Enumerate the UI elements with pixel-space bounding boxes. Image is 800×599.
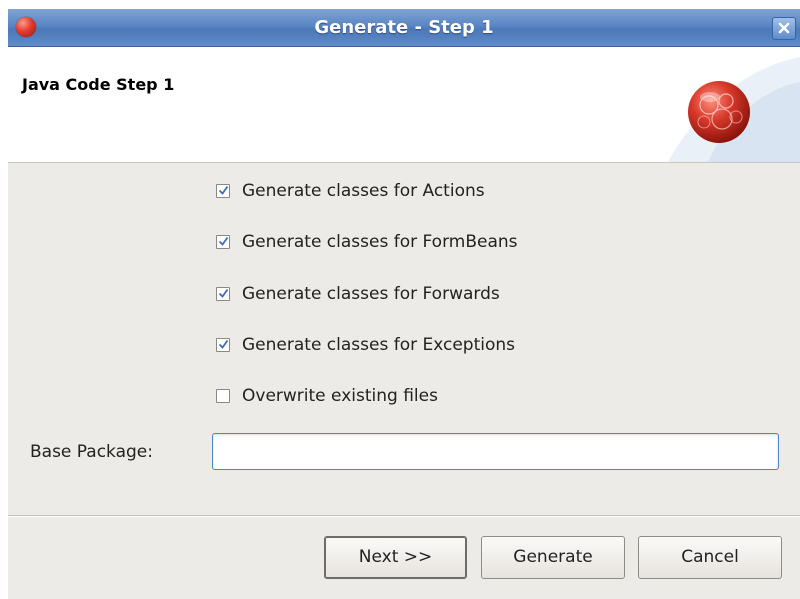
option-label: Generate classes for Actions — [242, 181, 485, 201]
page-title: Java Code Step 1 — [22, 75, 175, 94]
option-generate-actions[interactable]: Generate classes for Actions — [216, 179, 485, 203]
base-package-input[interactable] — [212, 433, 779, 470]
option-label: Generate classes for Forwards — [242, 284, 500, 304]
option-label: Generate classes for Exceptions — [242, 335, 516, 355]
button-bar-separator — [8, 515, 800, 517]
checkbox[interactable] — [216, 338, 230, 352]
option-label: Overwrite existing files — [242, 386, 438, 406]
next-button[interactable]: Next >> — [324, 536, 467, 579]
window-title: Generate - Step 1 — [314, 17, 494, 38]
base-package-label: Base Package: — [30, 442, 153, 462]
option-generate-forwards[interactable]: Generate classes for Forwards — [216, 282, 500, 306]
option-generate-formbeans[interactable]: Generate classes for FormBeans — [216, 230, 518, 254]
generate-button[interactable]: Generate — [481, 536, 625, 579]
close-button[interactable] — [772, 17, 796, 40]
option-overwrite-files[interactable]: Overwrite existing files — [216, 384, 438, 408]
checkbox[interactable] — [216, 235, 230, 249]
check-mark-icon — [218, 339, 229, 349]
title-bar[interactable]: Generate - Step 1 — [8, 9, 800, 47]
red-sphere-logo-icon — [688, 81, 750, 143]
check-mark-icon — [218, 185, 229, 195]
wizard-banner: Java Code Step 1 — [8, 47, 800, 163]
check-mark-icon — [218, 288, 229, 298]
option-label: Generate classes for FormBeans — [242, 232, 518, 252]
dialog-window: Generate - Step 1 Java Code Step 1 Gener… — [8, 9, 800, 599]
check-mark-icon — [218, 236, 229, 246]
checkbox[interactable] — [216, 184, 230, 198]
close-icon — [778, 22, 790, 34]
cancel-button[interactable]: Cancel — [638, 536, 782, 579]
option-generate-exceptions[interactable]: Generate classes for Exceptions — [216, 333, 515, 357]
checkbox[interactable] — [216, 389, 230, 403]
checkbox[interactable] — [216, 287, 230, 301]
